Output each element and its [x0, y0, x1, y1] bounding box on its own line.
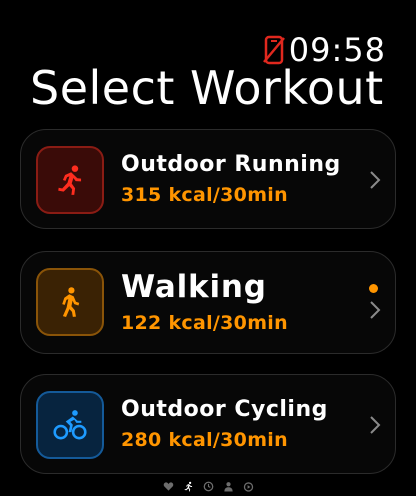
workout-kcal: 315 kcal/30min	[121, 184, 288, 206]
chevron-right-icon	[370, 301, 381, 319]
page-indicator[interactable]	[0, 479, 416, 493]
chevron-right-icon	[370, 171, 381, 189]
workout-card-walking[interactable]: Walking 122 kcal/30min	[20, 251, 396, 354]
workout-kcal: 122 kcal/30min	[121, 312, 288, 334]
timer-icon[interactable]	[241, 479, 255, 493]
workout-icon-box	[36, 146, 104, 214]
cycling-icon	[53, 410, 87, 440]
clock-icon[interactable]	[201, 479, 215, 493]
new-indicator-dot	[369, 284, 378, 293]
running-icon[interactable]	[181, 479, 195, 493]
workout-card-outdoor-running[interactable]: Outdoor Running 315 kcal/30min	[20, 129, 396, 229]
person-icon[interactable]	[221, 479, 235, 493]
workout-card-outdoor-cycling[interactable]: Outdoor Cycling 280 kcal/30min	[20, 374, 396, 474]
page-title: Select Workout	[30, 61, 384, 115]
workout-name: Outdoor Running	[121, 152, 341, 177]
running-icon	[58, 165, 82, 195]
workout-icon-box	[36, 268, 104, 336]
heart-icon[interactable]	[161, 479, 175, 493]
chevron-right-icon	[370, 416, 381, 434]
workout-name: Walking	[121, 269, 267, 305]
workout-name: Outdoor Cycling	[121, 397, 328, 422]
walking-icon	[62, 287, 80, 318]
workout-kcal: 280 kcal/30min	[121, 429, 288, 451]
workout-icon-box	[36, 391, 104, 459]
